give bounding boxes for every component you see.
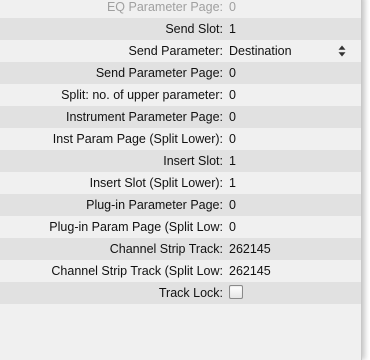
send-parameter-label: Send Parameter: bbox=[128, 44, 224, 58]
row-insert-slot-split-lower: Insert Slot (Split Lower): 1 bbox=[0, 172, 361, 194]
insert-slot-value[interactable]: 1 bbox=[229, 150, 236, 172]
insert-slot-split-lower-label: Insert Slot (Split Lower): bbox=[89, 176, 223, 190]
inst-param-page-split-lower-label: Inst Param Page (Split Lower): bbox=[52, 132, 223, 146]
row-plugin-parameter-page: Plug-in Parameter Page: 0 bbox=[0, 194, 361, 216]
send-parameter-page-value[interactable]: 0 bbox=[229, 62, 236, 84]
plugin-param-page-split-low-label: Plug-in Param Page (Split Low: bbox=[49, 220, 223, 234]
track-lock-checkbox[interactable] bbox=[229, 285, 243, 299]
send-parameter-popup[interactable]: Destination bbox=[229, 40, 292, 62]
channel-strip-track-value[interactable]: 262145 bbox=[229, 238, 271, 260]
row-plugin-param-page-split-low: Plug-in Param Page (Split Low: 0 bbox=[0, 216, 361, 238]
send-slot-label: Send Slot: bbox=[165, 22, 223, 36]
plugin-param-page-split-low-value[interactable]: 0 bbox=[229, 216, 236, 238]
row-channel-strip-track-split-low: Channel Strip Track (Split Low: 262145 bbox=[0, 260, 361, 282]
channel-strip-track-label: Channel Strip Track: bbox=[109, 242, 223, 256]
instrument-parameter-page-label: Instrument Parameter Page: bbox=[65, 110, 223, 124]
send-slot-value[interactable]: 1 bbox=[229, 18, 236, 40]
plugin-parameter-page-label: Plug-in Parameter Page: bbox=[86, 198, 223, 212]
plugin-parameter-page-value[interactable]: 0 bbox=[229, 194, 236, 216]
row-inst-param-page-split-lower: Inst Param Page (Split Lower): 0 bbox=[0, 128, 361, 150]
row-track-lock: Track Lock: bbox=[0, 282, 361, 304]
eq-parameter-page-value[interactable]: 0 bbox=[229, 0, 236, 18]
insert-slot-label: Insert Slot: bbox=[163, 154, 223, 168]
row-send-parameter: Send Parameter: Destination bbox=[0, 40, 361, 62]
row-send-parameter-page: Send Parameter Page: 0 bbox=[0, 62, 361, 84]
row-insert-slot: Insert Slot: 1 bbox=[0, 150, 361, 172]
eq-parameter-page-label: EQ Parameter Page: bbox=[106, 0, 223, 14]
channel-strip-track-split-low-value[interactable]: 262145 bbox=[229, 260, 271, 282]
track-lock-label: Track Lock: bbox=[158, 286, 223, 300]
row-send-slot: Send Slot: 1 bbox=[0, 18, 361, 40]
channel-strip-track-split-low-label: Channel Strip Track (Split Low: bbox=[51, 264, 223, 278]
instrument-parameter-page-value[interactable]: 0 bbox=[229, 106, 236, 128]
send-parameter-page-label: Send Parameter Page: bbox=[95, 66, 223, 80]
screenshot-frame: EQ Parameter Page: 0 Send Slot: 1 Send P… bbox=[0, 0, 370, 360]
controller-assignments-inspector: EQ Parameter Page: 0 Send Slot: 1 Send P… bbox=[0, 0, 362, 360]
insert-slot-split-lower-value[interactable]: 1 bbox=[229, 172, 236, 194]
row-channel-strip-track: Channel Strip Track: 262145 bbox=[0, 238, 361, 260]
split-upper-parameter-label: Split: no. of upper parameter: bbox=[61, 88, 223, 102]
split-upper-parameter-value[interactable]: 0 bbox=[229, 84, 236, 106]
row-split-upper-parameter: Split: no. of upper parameter: 0 bbox=[0, 84, 361, 106]
inst-param-page-split-lower-value[interactable]: 0 bbox=[229, 128, 236, 150]
row-instrument-parameter-page: Instrument Parameter Page: 0 bbox=[0, 106, 361, 128]
row-eq-parameter-page: EQ Parameter Page: 0 bbox=[0, 0, 361, 18]
up-down-arrows-icon[interactable] bbox=[338, 45, 346, 57]
